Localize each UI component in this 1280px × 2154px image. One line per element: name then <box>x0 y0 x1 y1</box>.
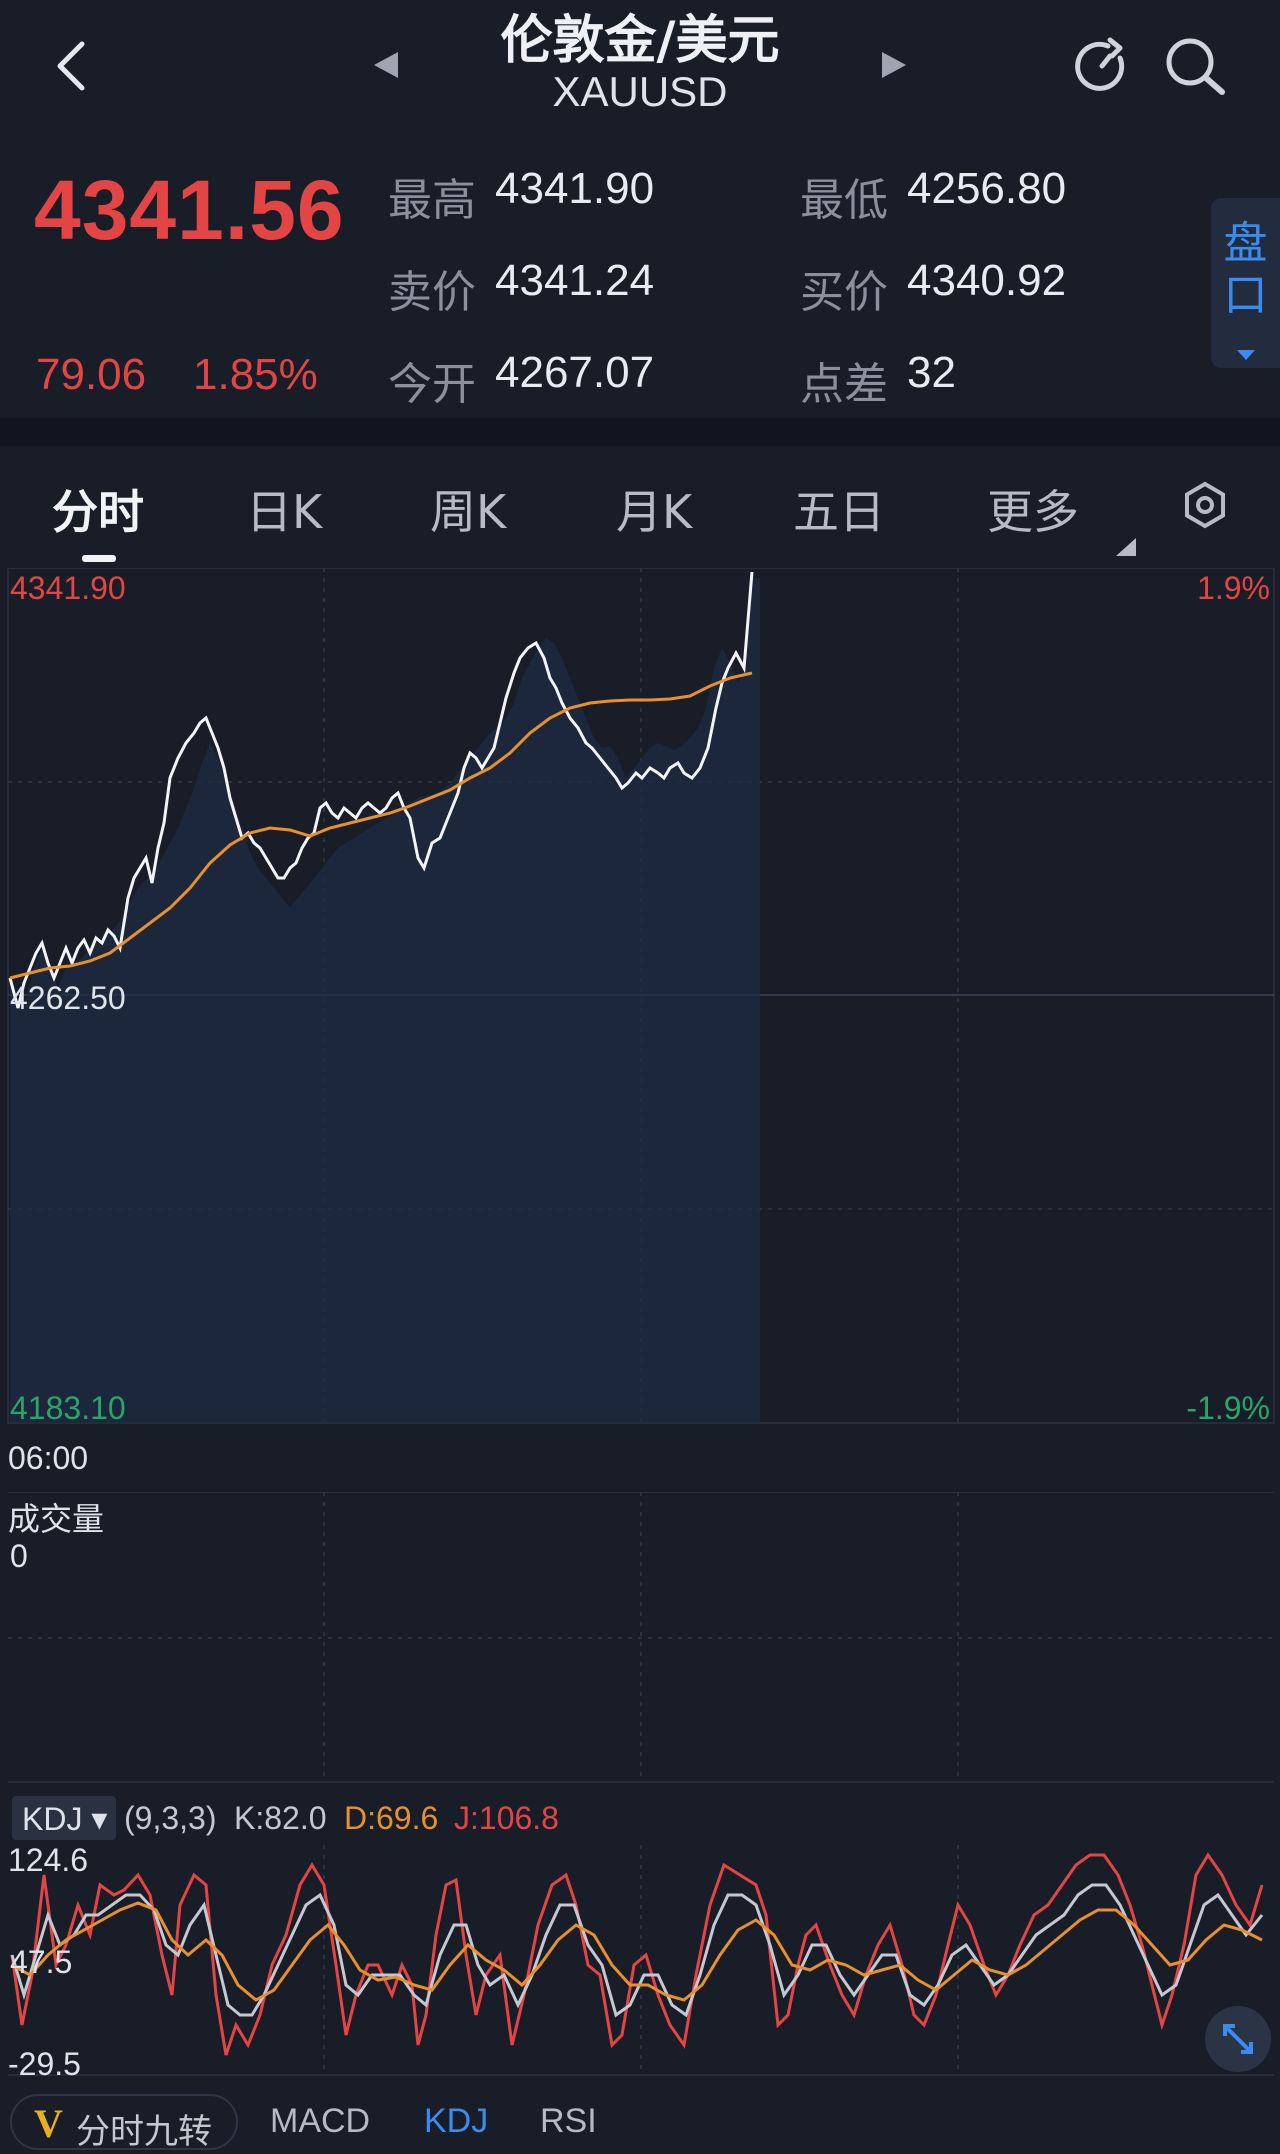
kdj-j-value: J:106.8 <box>454 1800 559 1836</box>
more-corner-icon <box>1116 538 1136 556</box>
section-divider <box>0 418 1280 446</box>
back-icon[interactable] <box>50 38 90 94</box>
current-price: 4341.56 <box>34 163 345 257</box>
chevron-down-icon <box>1236 350 1255 360</box>
price-change: 79.06 <box>36 350 147 399</box>
stat-bid-label: 买价 <box>800 267 888 318</box>
stat-low-label: 最低 <box>800 175 888 226</box>
kdj-y-mid: 47.5 <box>10 1944 73 1980</box>
kdj-params: (9,3,3) <box>124 1800 217 1836</box>
kdj-k-value: K:82.0 <box>234 1800 327 1836</box>
kdj-j-line <box>10 1852 1264 2056</box>
expand-icon <box>1223 2024 1253 2054</box>
instrument-title: 伦敦金/美元 <box>500 11 780 71</box>
v-logo-icon: V <box>34 2101 63 2146</box>
search-icon[interactable] <box>1162 34 1228 100</box>
kdj-d-value: D:69.6 <box>344 1800 439 1836</box>
pankou-label-1: 盘 <box>1223 218 1268 269</box>
stat-high-label: 最高 <box>388 175 476 226</box>
pankou-label-2: 口 <box>1223 270 1268 321</box>
tab-rsi[interactable]: RSI <box>540 2102 597 2141</box>
kdj-k-line <box>10 1883 1264 2018</box>
stat-ask-value: 4341.24 <box>495 256 655 305</box>
prev-arrow-icon[interactable] <box>370 50 402 80</box>
instrument-symbol: XAUUSD <box>552 68 728 115</box>
volume-value: 0 <box>10 1538 28 1574</box>
next-arrow-icon[interactable] <box>878 50 910 80</box>
refresh-icon[interactable] <box>1072 36 1132 96</box>
kdj-chart[interactable] <box>0 1845 1280 2080</box>
expand-button[interactable] <box>1205 2006 1271 2072</box>
tab-intraday[interactable]: 分时 <box>52 476 144 542</box>
stat-open-value: 4267.07 <box>495 348 655 397</box>
tab-nine-turn[interactable]: V 分时九转 <box>10 2094 238 2152</box>
settings-hex-icon[interactable] <box>1180 480 1230 530</box>
kdj-d-line <box>11 1901 1263 2002</box>
kdj-selector-label: KDJ ▾ <box>22 1801 108 1837</box>
stat-spread-label: 点差 <box>800 359 888 410</box>
stat-ask-label: 卖价 <box>388 267 476 318</box>
chart-time-label: 06:00 <box>8 1440 89 1476</box>
volume-panel <box>8 1492 1274 1783</box>
tab-month-k[interactable]: 月K <box>616 476 692 542</box>
chart-mid-price: 4262.50 <box>10 980 126 1016</box>
tab-five-day[interactable]: 五日 <box>793 476 885 542</box>
kdj-selector[interactable]: KDJ ▾ <box>12 1796 116 1840</box>
tab-day-k[interactable]: 日K <box>246 476 322 542</box>
stat-spread-value: 32 <box>907 348 956 397</box>
stat-open-label: 今开 <box>388 359 476 410</box>
tab-nine-turn-label: 分时九转 <box>76 2112 212 2152</box>
chart-bottom-price: 4183.10 <box>10 1390 126 1426</box>
active-tab-indicator <box>82 555 116 562</box>
pankou-button[interactable]: 盘 口 <box>1211 198 1280 368</box>
price-change-percent: 1.85% <box>193 350 318 399</box>
stat-bid-value: 4340.92 <box>907 256 1067 305</box>
stat-high-value: 4341.90 <box>495 164 655 213</box>
stat-low-value: 4256.80 <box>907 164 1067 213</box>
chart-top-percent: 1.9% <box>1197 570 1270 606</box>
chart-top-price: 4341.90 <box>10 570 126 606</box>
chart-bottom-percent: -1.9% <box>1186 1390 1270 1426</box>
intraday-chart[interactable] <box>0 568 1280 1428</box>
kdj-y-top: 124.6 <box>8 1842 89 1878</box>
tab-week-k[interactable]: 周K <box>430 476 506 542</box>
tab-kdj[interactable]: KDJ <box>424 2102 488 2141</box>
volume-label: 成交量 <box>8 1501 105 1537</box>
tab-more[interactable]: 更多 <box>987 476 1079 542</box>
tab-macd[interactable]: MACD <box>270 2102 370 2141</box>
kdj-y-bottom: -29.5 <box>8 2046 81 2082</box>
